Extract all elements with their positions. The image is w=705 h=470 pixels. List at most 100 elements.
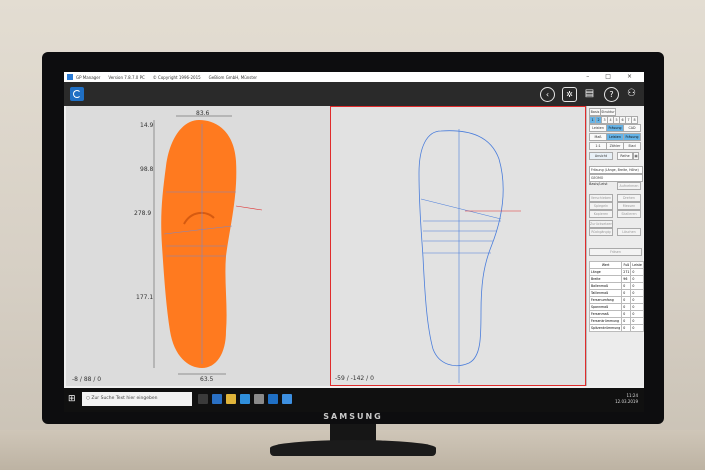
table-row: Ballenmaß 0 0	[588, 282, 644, 290]
table-cell: 271	[621, 268, 632, 276]
insole-3d-drawing	[153, 115, 263, 375]
table-cell: 0	[621, 324, 632, 332]
table-header: Fuß	[621, 261, 632, 269]
main-toolbar: ‹ ✲ ▤ ? ⚇	[64, 82, 644, 106]
arrow-left-icon[interactable]: ‹	[540, 87, 555, 102]
table-cell: 0	[621, 317, 632, 325]
table-header-row: Wert Fuß Leiste	[588, 261, 644, 269]
app-version: Version 7.8.7.0 PC	[108, 74, 145, 80]
insole-outline-view[interactable]: -59 / -142 / 0	[330, 106, 586, 386]
table-cell: 0	[621, 282, 632, 290]
taskbar-clock[interactable]: 11:24 12.03.2019	[615, 393, 638, 405]
leisten-button[interactable]: Leisten	[589, 124, 607, 132]
maximize-icon[interactable]: □	[605, 73, 611, 80]
taskbar-search-input[interactable]: ○ Zur Suche Text hier eingeben	[82, 392, 192, 406]
table-row: Taillenmaß 0 0	[588, 289, 644, 297]
table-cell: Fersenumfang	[588, 296, 623, 304]
reihe-button[interactable]: Reihe	[617, 152, 633, 160]
right-view-coordinates: -59 / -142 / 0	[335, 375, 374, 382]
table-row: Spannmaß 0 0	[588, 303, 644, 311]
grid-icon[interactable]: ▦	[633, 152, 639, 160]
tool-button[interactable]: Messen	[617, 202, 641, 210]
tool-button[interactable]: Rückgängig	[589, 228, 613, 236]
ie-icon[interactable]	[240, 394, 250, 404]
fraesen-button[interactable]: Fräsen	[589, 248, 642, 256]
table-cell: 0	[630, 317, 644, 325]
scale-button[interactable]: 1:1	[589, 142, 607, 150]
tool-button[interactable]: Verschieben	[589, 194, 613, 202]
close-icon[interactable]: ×	[627, 73, 632, 80]
edge-icon[interactable]	[212, 394, 222, 404]
table-row: Länge 271 0	[588, 268, 644, 276]
screen: GP Manager Version 7.8.7.0 PC © Copyrigh…	[64, 72, 644, 412]
clock-date: 12.03.2019	[615, 399, 638, 404]
monitor-stand-base	[270, 440, 436, 456]
table-cell: Spitzenkrümmung	[588, 324, 623, 332]
table-cell: 0	[621, 303, 632, 311]
measure-ball-upper: 98.8	[140, 166, 154, 173]
step-8[interactable]: 8	[631, 116, 638, 124]
table-cell: Länge	[588, 268, 623, 276]
windows-start-icon[interactable]: ⊞	[68, 394, 78, 404]
fraesung-view-button[interactable]: Fräsung	[623, 133, 641, 141]
aufnehmen-button[interactable]: Aufnehmen	[617, 182, 641, 190]
table-cell: 0	[621, 296, 632, 304]
tab-struktur[interactable]: Struktur	[600, 108, 616, 116]
outline-shape	[418, 130, 504, 366]
table-cell: 0	[630, 310, 644, 318]
help-button[interactable]: ?	[604, 87, 619, 102]
table-cell: 0	[630, 324, 644, 332]
table-row: Fersenumfang 0 0	[588, 296, 644, 304]
leisten-view-button[interactable]: Leisten	[606, 133, 624, 141]
minimize-icon[interactable]: –	[586, 73, 589, 80]
table-row: Breite 96 0	[588, 275, 644, 283]
gp-logo-icon	[70, 87, 84, 101]
table-cell: Fersenmaß	[588, 310, 623, 318]
printer-icon[interactable]: ▤	[583, 87, 596, 100]
app-icon	[67, 74, 73, 80]
task-view-icon[interactable]	[198, 394, 208, 404]
table-header: Leiste	[630, 261, 644, 269]
mass-button[interactable]: Maß	[589, 133, 607, 141]
app-copyright: © Copyright 1996-2015	[152, 74, 201, 80]
table-cell: 0	[621, 310, 632, 318]
table-cell: Breite	[588, 275, 623, 283]
tool-button[interactable]: Spiegeln	[589, 202, 613, 210]
fraesung-dropdown[interactable]: Fräsung (Länge, Breite, Höhe)	[589, 166, 643, 174]
table-cell: Spannmaß	[588, 303, 623, 311]
eiad-button[interactable]: Eiad	[623, 142, 641, 150]
user-icon[interactable]: ⚇	[625, 87, 638, 100]
ansicht-button[interactable]: Ansicht	[589, 152, 613, 160]
measure-heel-width: 63.5	[200, 376, 214, 383]
tool-button[interactable]: Zurücksetzen	[589, 220, 613, 228]
cursor-line	[235, 205, 263, 211]
app-icon[interactable]	[254, 394, 264, 404]
table-cell: 0	[630, 303, 644, 311]
tool-button[interactable]: Löschen	[617, 228, 641, 236]
app-name: GP Manager	[76, 74, 101, 80]
gp-manager-taskbar-icon[interactable]	[268, 394, 278, 404]
zaehler-button[interactable]: Zähler	[606, 142, 624, 150]
cad-button[interactable]: CAD	[623, 124, 641, 132]
table-header: Wert	[588, 261, 623, 269]
folder-icon[interactable]	[226, 394, 236, 404]
tool-button[interactable]: Kopieren	[589, 210, 613, 218]
table-cell: 0	[630, 296, 644, 304]
insole-3d-view[interactable]: 83.6 14.9 98.8 278.9 177.1 63.5 -8 / 88 …	[66, 106, 330, 386]
table-cell: Fersenkrümmung	[588, 317, 623, 325]
table-cell: Taillenmaß	[588, 289, 623, 297]
section-label: Basis/Leist	[589, 182, 608, 186]
outline-line	[420, 198, 502, 220]
monitor-brand: SAMSUNG	[323, 412, 383, 421]
insole-outline-drawing	[418, 129, 521, 383]
fraesung-button[interactable]: Fräsung	[606, 124, 624, 132]
left-view-coordinates: -8 / 88 / 0	[72, 376, 102, 383]
table-row: Spitzenkrümmung 0 0	[588, 324, 644, 332]
tool-button[interactable]: Drehen	[617, 194, 641, 202]
sidebar-panel: Basis Struktur 1 2 3 4 5 6 7 8 Leisten F…	[586, 106, 644, 386]
app-icon[interactable]	[282, 394, 292, 404]
table-cell: Ballenmaß	[588, 282, 623, 290]
geomo-dropdown[interactable]: GEOMO	[589, 174, 643, 182]
gear-icon[interactable]: ✲	[562, 87, 577, 102]
tool-button[interactable]: Skalieren	[617, 210, 641, 218]
